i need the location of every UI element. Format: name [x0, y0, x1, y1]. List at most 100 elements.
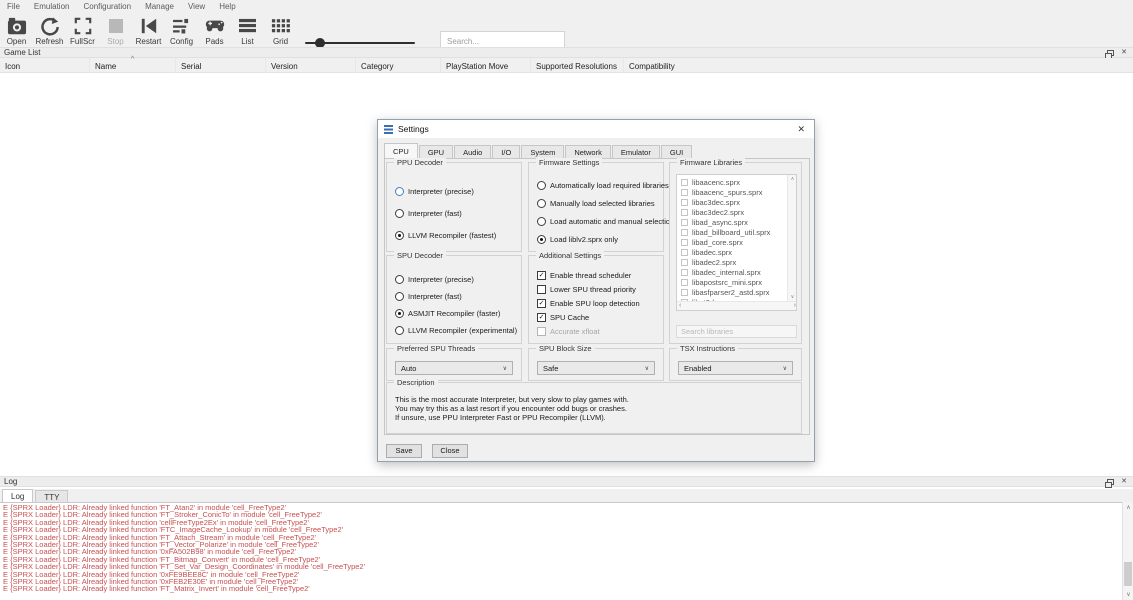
open-button[interactable]: Open: [0, 13, 33, 46]
checkbox-icon[interactable]: [681, 269, 688, 276]
checkbox-spu-cache[interactable]: ✓ SPU Cache: [537, 311, 663, 324]
radio-ppu-interpreter-precise[interactable]: Interpreter (precise): [395, 185, 521, 198]
tab-tty[interactable]: TTY: [35, 490, 68, 502]
checkbox-icon[interactable]: [681, 239, 688, 246]
checkbox-icon[interactable]: [681, 219, 688, 226]
scrollbar-thumb[interactable]: [1124, 562, 1132, 586]
menu-emulation[interactable]: Emulation: [27, 2, 77, 11]
radio-load-auto-and-manual[interactable]: Load automatic and manual selection: [537, 215, 663, 228]
settings-dialog-titlebar[interactable]: Settings ✕: [378, 120, 814, 138]
tab-cpu[interactable]: CPU: [384, 143, 418, 158]
library-item[interactable]: libapostsrc_mini.sprx: [681, 277, 796, 287]
log-output[interactable]: E {SPRX Loader} LDR: Already linked func…: [0, 502, 1133, 600]
library-search-input[interactable]: [676, 325, 797, 338]
radio-manual-load-selected[interactable]: Manually load selected libraries: [537, 197, 663, 210]
tab-gui[interactable]: GUI: [661, 145, 692, 158]
library-item[interactable]: libaacenc_spurs.sprx: [681, 187, 796, 197]
menu-help[interactable]: Help: [212, 2, 242, 11]
list-view-button[interactable]: List: [231, 13, 264, 46]
scroll-up-icon[interactable]: ∧: [788, 176, 797, 182]
checkbox-enable-spu-loop-detection[interactable]: ✓ Enable SPU loop detection: [537, 297, 663, 310]
column-header-name[interactable]: ^ Name: [90, 58, 176, 73]
radio-ppu-interpreter-fast[interactable]: Interpreter (fast): [395, 207, 521, 220]
library-item[interactable]: libasfparser2_astd.sprx: [681, 287, 796, 297]
tab-gpu[interactable]: GPU: [419, 145, 453, 158]
log-scrollbar[interactable]: ∧ ∨: [1122, 502, 1133, 600]
column-header-category[interactable]: Category: [356, 58, 441, 73]
checkbox-icon[interactable]: [681, 259, 688, 266]
float-dock-icon[interactable]: [1107, 479, 1114, 485]
checkbox-icon[interactable]: [681, 249, 688, 256]
checkbox-icon[interactable]: [681, 189, 688, 196]
preferred-spu-threads-group: Preferred SPU Threads Auto ∨: [386, 348, 522, 381]
column-header-psmove[interactable]: PlayStation Move: [441, 58, 531, 73]
library-item[interactable]: libad_core.sprx: [681, 237, 796, 247]
scroll-right-icon[interactable]: ›: [794, 302, 796, 310]
preferred-spu-threads-select[interactable]: Auto ∨: [395, 361, 513, 375]
radio-load-liblv2-only[interactable]: Load liblv2.sprx only: [537, 233, 663, 246]
checkbox-icon[interactable]: [681, 209, 688, 216]
library-list-hscrollbar[interactable]: ‹ ›: [677, 301, 797, 310]
refresh-button[interactable]: Refresh: [33, 13, 66, 46]
close-dock-icon[interactable]: ✕: [1121, 49, 1127, 56]
checkbox-icon[interactable]: [681, 289, 688, 296]
open-label: Open: [7, 37, 27, 46]
config-button[interactable]: Config: [165, 13, 198, 46]
tab-audio[interactable]: Audio: [454, 145, 491, 158]
radio-auto-load-required[interactable]: Automatically load required libraries: [537, 179, 663, 192]
tab-io[interactable]: I/O: [492, 145, 520, 158]
library-item[interactable]: libac3dec.sprx: [681, 197, 796, 207]
library-item[interactable]: libaacenc.sprx: [681, 177, 796, 187]
spu-block-size-select[interactable]: Safe ∨: [537, 361, 655, 375]
radio-spu-llvm-recompiler[interactable]: LLVM Recompiler (experimental): [395, 324, 521, 337]
spu-block-size-group: SPU Block Size Safe ∨: [528, 348, 664, 381]
library-item[interactable]: libac3dec2.sprx: [681, 207, 796, 217]
radio-spu-asmjit-recompiler[interactable]: ASMJIT Recompiler (faster): [395, 307, 521, 320]
column-header-serial[interactable]: Serial: [176, 58, 266, 73]
radio-spu-interpreter-precise[interactable]: Interpreter (precise): [395, 273, 521, 286]
restart-button[interactable]: Restart: [132, 13, 165, 46]
checkbox-enable-thread-scheduler[interactable]: ✓ Enable thread scheduler: [537, 269, 663, 282]
library-item[interactable]: libadec.sprx: [681, 247, 796, 257]
checkbox-icon[interactable]: [681, 199, 688, 206]
close-button[interactable]: Close: [432, 444, 468, 458]
radio-ppu-llvm-recompiler[interactable]: LLVM Recompiler (fastest): [395, 229, 521, 242]
column-header-compatibility[interactable]: Compatibility: [624, 58, 1133, 73]
scroll-left-icon[interactable]: ‹: [679, 302, 681, 310]
tab-network[interactable]: Network: [565, 145, 611, 158]
firmware-libraries-list[interactable]: libaacenc.sprx libaacenc_spurs.sprx liba…: [676, 174, 797, 311]
menu-configuration[interactable]: Configuration: [76, 2, 138, 11]
fullscreen-button[interactable]: FullScr: [66, 13, 99, 46]
tab-log[interactable]: Log: [2, 489, 33, 502]
tsx-instructions-select[interactable]: Enabled ∨: [678, 361, 793, 375]
scroll-down-icon[interactable]: ∨: [1123, 591, 1133, 598]
column-header-resolutions[interactable]: Supported Resolutions: [531, 58, 624, 73]
float-dock-icon[interactable]: [1107, 50, 1114, 56]
library-item[interactable]: libad_async.sprx: [681, 217, 796, 227]
menu-manage[interactable]: Manage: [138, 2, 181, 11]
column-header-icon[interactable]: Icon: [0, 58, 90, 73]
tab-system[interactable]: System: [521, 145, 564, 158]
close-dock-icon[interactable]: ✕: [1121, 478, 1127, 485]
tab-emulator[interactable]: Emulator: [612, 145, 660, 158]
library-item[interactable]: libad_billboard_util.sprx: [681, 227, 796, 237]
library-item[interactable]: libadec_internal.sprx: [681, 267, 796, 277]
pads-button[interactable]: Pads: [198, 13, 231, 46]
menu-view[interactable]: View: [181, 2, 212, 11]
radio-spu-interpreter-fast[interactable]: Interpreter (fast): [395, 290, 521, 303]
grid-view-button[interactable]: Grid: [264, 13, 297, 46]
description-text: This is the most accurate Interpreter, b…: [395, 395, 801, 404]
list-icon: [238, 16, 258, 36]
library-list-scrollbar[interactable]: ∧ ∨: [787, 175, 796, 301]
checkbox-icon[interactable]: [681, 179, 688, 186]
save-button[interactable]: Save: [386, 444, 422, 458]
checkbox-icon[interactable]: [681, 229, 688, 236]
library-item[interactable]: libadec2.sprx: [681, 257, 796, 267]
menu-file[interactable]: File: [0, 2, 27, 11]
column-header-version[interactable]: Version: [266, 58, 356, 73]
scroll-down-icon[interactable]: ∨: [788, 294, 797, 300]
checkbox-lower-spu-thread-priority[interactable]: Lower SPU thread priority: [537, 283, 663, 296]
close-dialog-icon[interactable]: ✕: [797, 124, 814, 135]
scroll-up-icon[interactable]: ∧: [1123, 504, 1133, 511]
checkbox-icon[interactable]: [681, 279, 688, 286]
